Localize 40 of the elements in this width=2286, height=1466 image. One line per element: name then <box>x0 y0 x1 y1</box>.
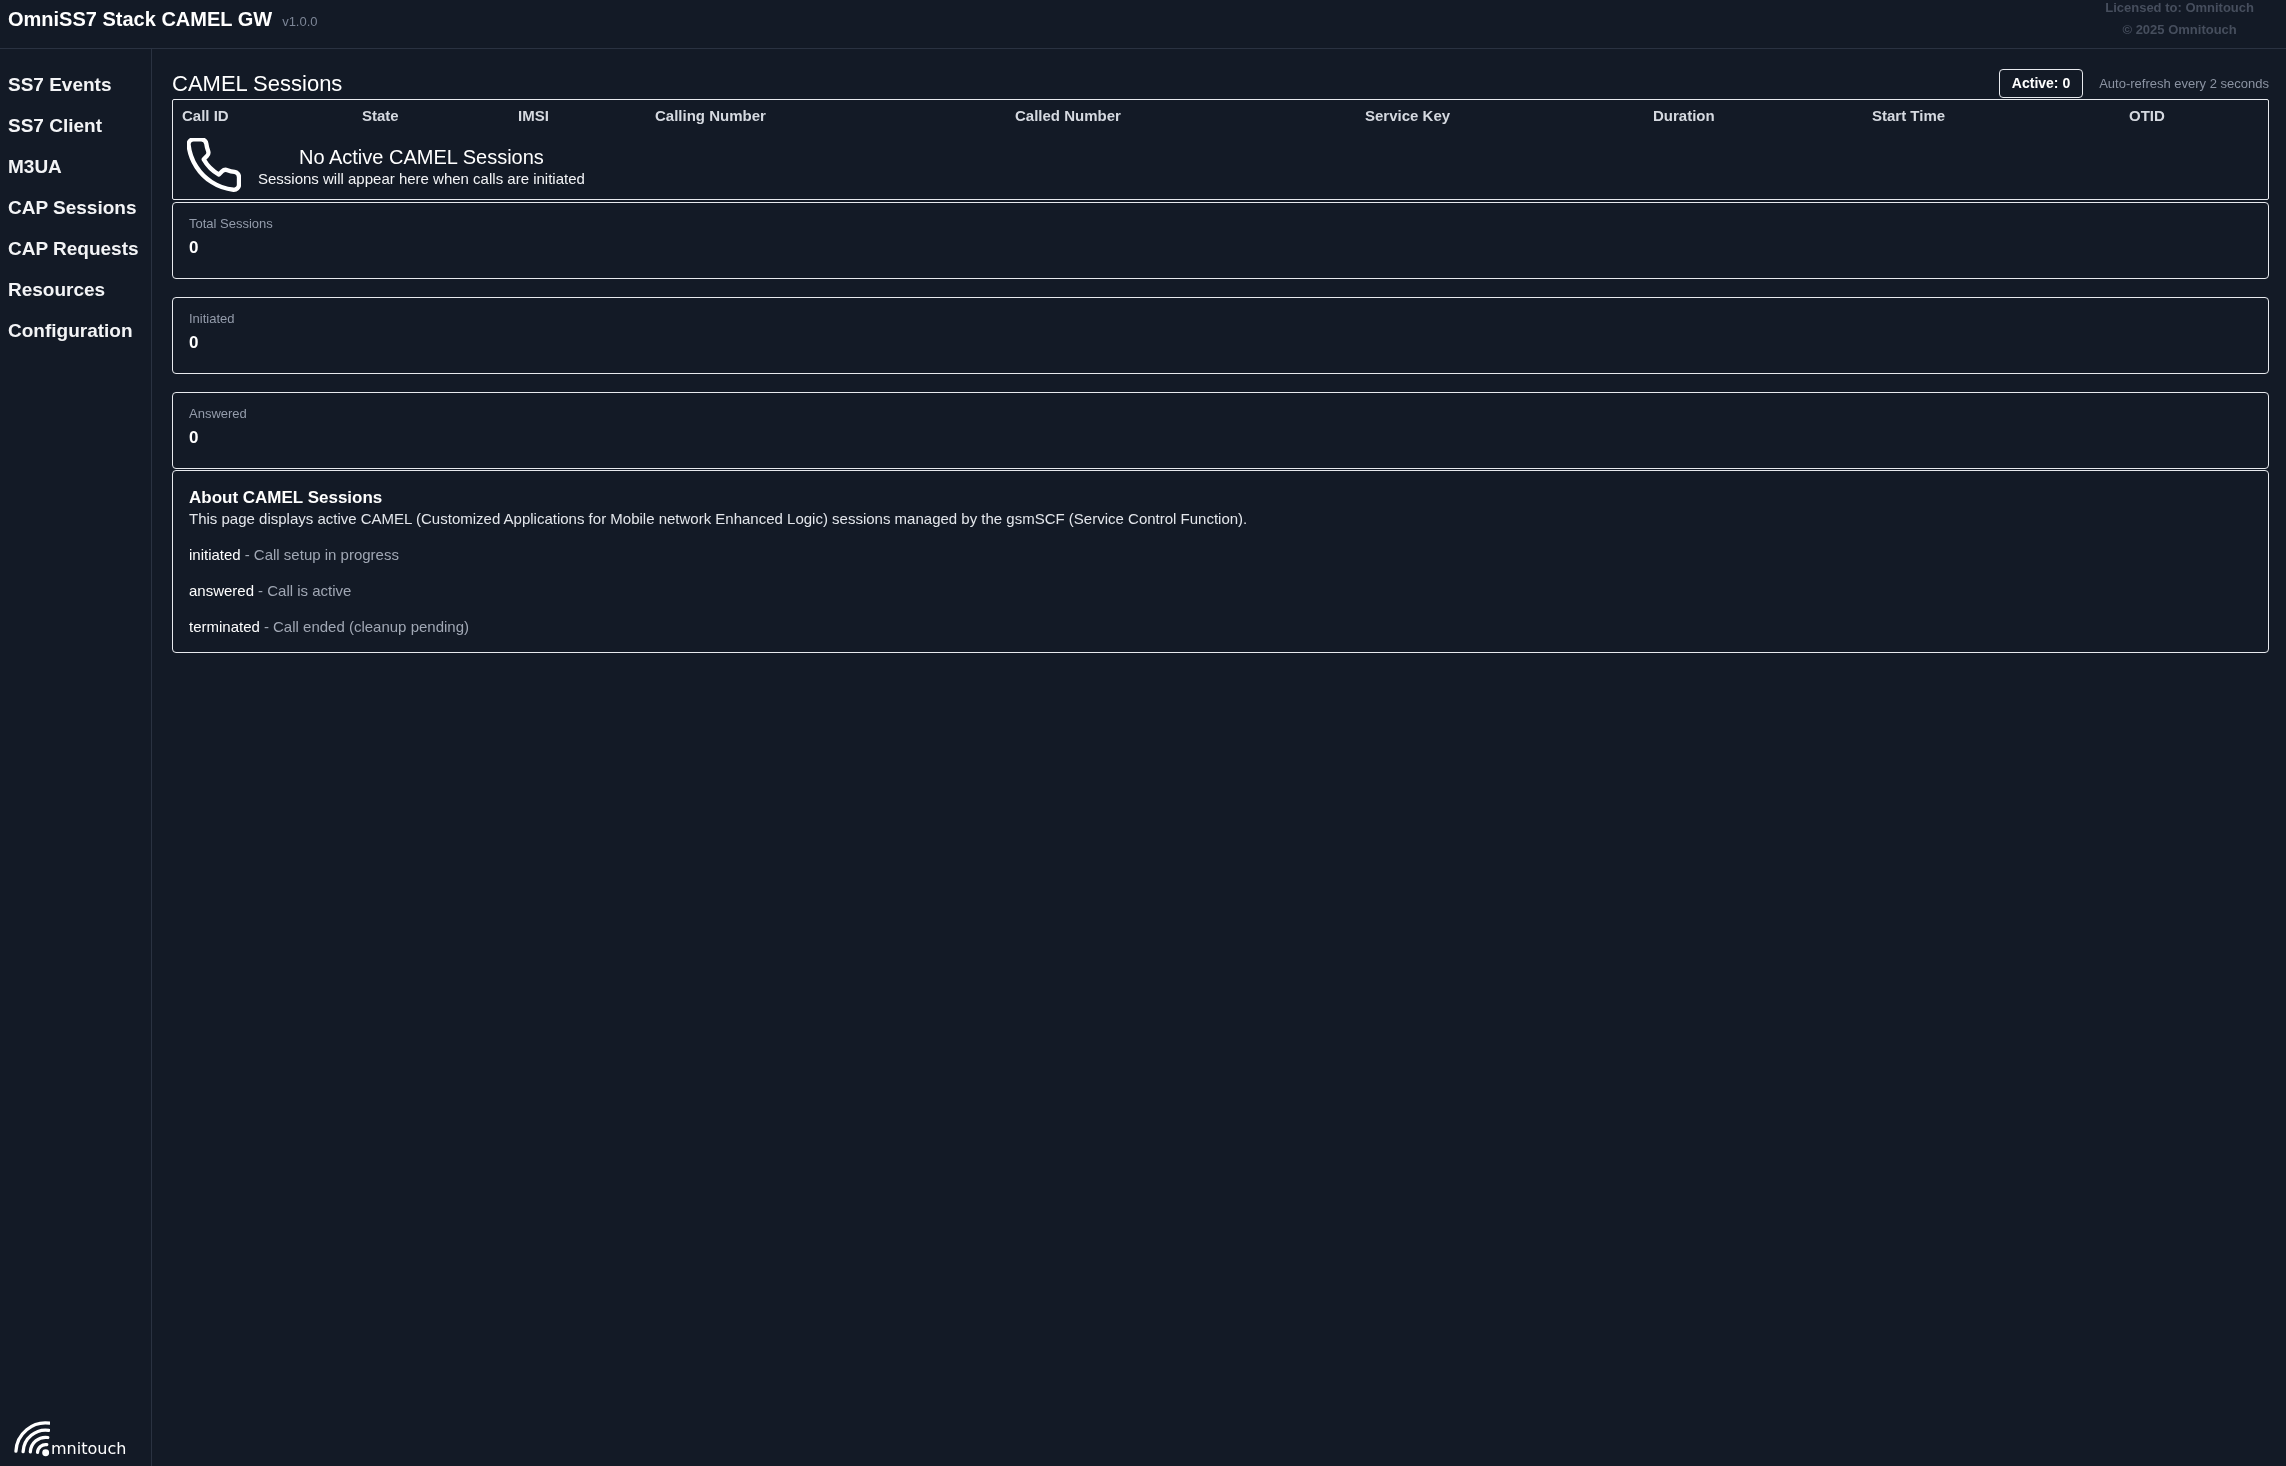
about-title: About CAMEL Sessions <box>189 488 384 508</box>
state-description: - Call is active <box>258 582 352 599</box>
column-header: Called Number <box>1014 106 1122 126</box>
nav-link[interactable]: SS7 Events <box>0 65 151 106</box>
nav-link[interactable]: M3UA <box>0 147 151 188</box>
column-header: Duration <box>1652 106 1716 126</box>
state-description: - Call setup in progress <box>244 546 399 563</box>
nav-link[interactable]: CAP Sessions <box>0 188 151 229</box>
column-header: Call ID <box>181 106 230 126</box>
nav-link[interactable]: CAP Requests <box>0 229 151 270</box>
stat-value: 0 <box>189 428 200 448</box>
about-description: This page displays active CAMEL (Customized Applications for Mobile network Enhanced Logic) sessions managed by the gsmSCF (Service Control Function). <box>189 510 1249 528</box>
logo-text: mnitouch <box>51 1440 127 1457</box>
stat-label: Initiated <box>189 311 236 327</box>
app-title: OmniSS7 Stack CAMEL GW <box>8 7 273 31</box>
nav-link[interactable]: SS7 Client <box>0 106 151 147</box>
column-header: Service Key <box>1364 106 1452 126</box>
column-header: IMSI <box>517 106 550 126</box>
nav-link[interactable]: Resources <box>0 270 151 311</box>
stat-label: Total Sessions <box>189 216 274 232</box>
active-count-badge: Active: 0 <box>1998 69 2084 98</box>
column-header: OTID <box>2128 106 2166 126</box>
empty-state-message: Sessions will appear here when calls are initiated <box>258 169 585 188</box>
signal-dot-icon <box>14 1421 50 1458</box>
stat-label: Answered <box>189 406 248 422</box>
version-label: v1.0.0 <box>282 14 318 29</box>
state-name: answered <box>189 582 255 599</box>
state-description: - Call ended (cleanup pending) <box>263 618 469 635</box>
nav-link[interactable]: Configuration <box>0 311 151 352</box>
stat-value: 0 <box>189 238 200 258</box>
column-header: Start Time <box>1871 106 1947 126</box>
stat-value: 0 <box>189 333 200 353</box>
refresh-note: Auto-refresh every 2 seconds <box>2099 76 2269 91</box>
phone-icon <box>187 138 241 192</box>
page-title: CAMEL Sessions <box>172 70 343 97</box>
column-header: State <box>361 106 400 126</box>
column-header: Calling Number <box>654 106 767 126</box>
empty-state-title: No Active CAMEL Sessions <box>297 144 545 169</box>
state-name: initiated <box>189 546 241 563</box>
state-name: terminated <box>189 618 260 635</box>
